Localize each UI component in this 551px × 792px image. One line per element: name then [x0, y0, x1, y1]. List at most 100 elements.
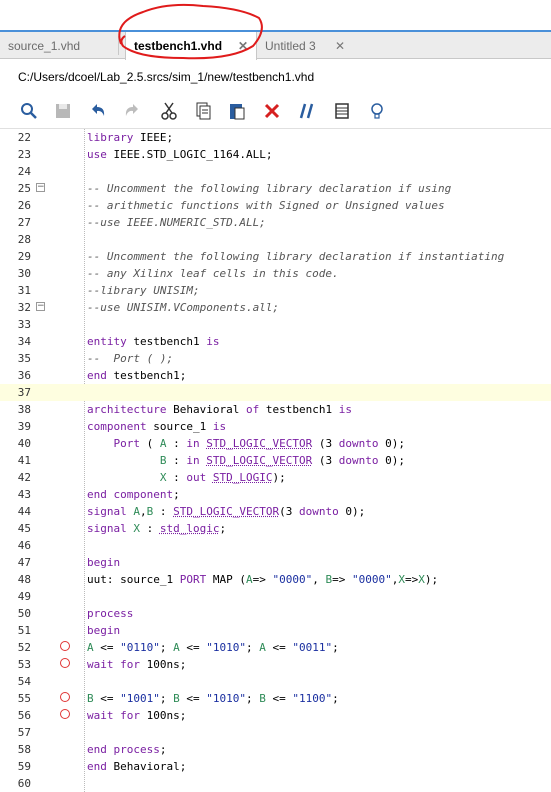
line-number: 23	[17, 148, 31, 161]
line-number: 57	[17, 726, 31, 739]
line-number: 59	[17, 760, 31, 773]
code-line[interactable]: 30 -- any Xilinx leaf cells in this code.	[0, 265, 551, 282]
tab-untitled-3[interactable]: Untitled 3 ✕	[257, 32, 353, 59]
code-line[interactable]: 43 end component;	[0, 486, 551, 503]
code-text: entity testbench1 is	[87, 335, 220, 348]
code-line[interactable]: 60	[0, 775, 551, 792]
code-line[interactable]: 39 component source_1 is	[0, 418, 551, 435]
code-text: --use UNISIM.VComponents.all;	[87, 301, 280, 314]
line-number: 58	[17, 743, 31, 756]
line-number: 30	[17, 267, 31, 280]
code-text: -- any Xilinx leaf cells in this code.	[87, 267, 339, 280]
code-line[interactable]: 54	[0, 673, 551, 690]
line-number: 51	[17, 624, 31, 637]
redo-icon[interactable]	[121, 100, 143, 122]
line-number: 45	[17, 522, 31, 535]
line-number: 38	[17, 403, 31, 416]
code-text: signal A,B : STD_LOGIC_VECTOR(3 downto 0…	[87, 505, 366, 518]
code-line[interactable]: 34 entity testbench1 is	[0, 333, 551, 350]
save-icon[interactable]	[52, 100, 74, 122]
fold-toggle-icon[interactable]: −	[36, 302, 45, 311]
code-line[interactable]: 57	[0, 724, 551, 741]
line-number: 34	[17, 335, 31, 348]
code-line[interactable]: 40 Port ( A : in STD_LOGIC_VECTOR (3 dow…	[0, 435, 551, 452]
code-text: Port ( A : in STD_LOGIC_VECTOR (3 downto…	[113, 437, 405, 450]
line-number: 26	[17, 199, 31, 212]
code-line[interactable]: 50 process	[0, 605, 551, 622]
code-line[interactable]: 38 architecture Behavioral of testbench1 …	[0, 401, 551, 418]
code-line[interactable]: 35 -- Port ( );	[0, 350, 551, 367]
close-icon[interactable]: ✕	[335, 39, 345, 53]
line-number: 49	[17, 590, 31, 603]
code-text: begin	[87, 556, 121, 569]
tab-source-1[interactable]: source_1.vhd	[0, 32, 118, 59]
line-number: 52	[17, 641, 31, 654]
line-number: 44	[17, 505, 31, 518]
fold-toggle-icon[interactable]: −	[36, 183, 45, 192]
line-number: 42	[17, 471, 31, 484]
red-annotation-circle	[118, 3, 263, 60]
undo-icon[interactable]	[87, 100, 109, 122]
code-line[interactable]: 23 use IEEE.STD_LOGIC_1164.ALL;	[0, 146, 551, 163]
line-number: 55	[17, 692, 31, 705]
code-line[interactable]: 36 end testbench1;	[0, 367, 551, 384]
copy-icon[interactable]	[192, 100, 214, 122]
code-line[interactable]: 51 begin	[0, 622, 551, 639]
code-line[interactable]: 31 --library UNISIM;	[0, 282, 551, 299]
code-text: --use IEEE.NUMERIC_STD.ALL;	[87, 216, 266, 229]
code-line[interactable]: 44 signal A,B : STD_LOGIC_VECTOR(3 downto…	[0, 503, 551, 520]
code-line[interactable]: 46	[0, 537, 551, 554]
code-text: begin	[87, 624, 121, 637]
code-line[interactable]: 52 A <= "0110"; A <= "1010"; A <= "0011";	[0, 639, 551, 656]
line-number: 25	[17, 182, 31, 195]
code-text: end testbench1;	[87, 369, 187, 382]
cut-icon[interactable]	[158, 100, 180, 122]
code-line[interactable]: 59 end Behavioral;	[0, 758, 551, 775]
code-line[interactable]: 25− -- Uncomment the following library de…	[0, 180, 551, 197]
comment-icon[interactable]	[296, 100, 318, 122]
code-line[interactable]: 26 -- arithmetic functions with Signed or…	[0, 197, 551, 214]
code-text: -- arithmetic functions with Signed or U…	[87, 199, 445, 212]
code-line[interactable]: 33	[0, 316, 551, 333]
block-icon[interactable]	[331, 100, 353, 122]
code-line[interactable]: 37	[0, 384, 551, 401]
code-line[interactable]: 45 signal X : std_logic;	[0, 520, 551, 537]
code-line[interactable]: 53 wait for 100ns;	[0, 656, 551, 673]
breakpoint-icon[interactable]	[60, 692, 70, 702]
code-line[interactable]: 24	[0, 163, 551, 180]
code-line[interactable]: 58 end process;	[0, 741, 551, 758]
code-line[interactable]: 55 B <= "1001"; B <= "1010"; B <= "1100";	[0, 690, 551, 707]
code-line[interactable]: 48 uut: source_1 PORT MAP (A=> "0000", B=…	[0, 571, 551, 588]
breakpoint-icon[interactable]	[60, 641, 70, 651]
breakpoint-icon[interactable]	[60, 709, 70, 719]
code-line[interactable]: 47 begin	[0, 554, 551, 571]
line-number: 48	[17, 573, 31, 586]
code-line[interactable]: 42 X : out STD_LOGIC);	[0, 469, 551, 486]
line-number: 41	[17, 454, 31, 467]
line-number: 33	[17, 318, 31, 331]
line-number: 60	[17, 777, 31, 790]
code-text: process	[87, 607, 134, 620]
line-number: 36	[17, 369, 31, 382]
code-line[interactable]: 49	[0, 588, 551, 605]
breakpoint-icon[interactable]	[60, 658, 70, 668]
paste-icon[interactable]	[226, 100, 248, 122]
code-line[interactable]: 41 B : in STD_LOGIC_VECTOR (3 downto 0);	[0, 452, 551, 469]
search-icon[interactable]	[18, 100, 40, 122]
tab-label: Untitled 3	[265, 38, 316, 53]
code-line[interactable]: 28	[0, 231, 551, 248]
code-line[interactable]: 32− --use UNISIM.VComponents.all;	[0, 299, 551, 316]
line-number: 22	[17, 131, 31, 144]
code-line[interactable]: 22 library IEEE;	[0, 129, 551, 146]
code-text: B <= "1001"; B <= "1010"; B <= "1100";	[87, 692, 339, 705]
delete-icon[interactable]	[261, 100, 283, 122]
code-line[interactable]: 27 --use IEEE.NUMERIC_STD.ALL;	[0, 214, 551, 231]
code-text: end process;	[87, 743, 167, 756]
line-number: 43	[17, 488, 31, 501]
code-text: end Behavioral;	[87, 760, 187, 773]
code-line[interactable]: 56 wait for 100ns;	[0, 707, 551, 724]
lightbulb-icon[interactable]	[366, 100, 388, 122]
line-number: 27	[17, 216, 31, 229]
code-line[interactable]: 29 -- Uncomment the following library dec…	[0, 248, 551, 265]
code-editor[interactable]: 22 library IEEE; 23 use IEEE.STD_LOGIC_1164…	[0, 129, 551, 792]
